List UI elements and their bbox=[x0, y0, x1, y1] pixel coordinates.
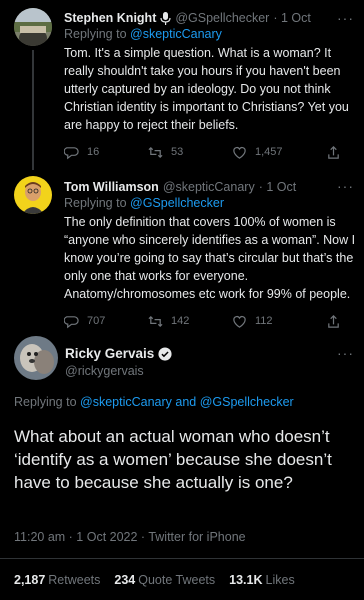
more-options-button[interactable]: ··· bbox=[337, 178, 354, 194]
reply-icon bbox=[64, 315, 79, 328]
reply-count: 16 bbox=[87, 146, 100, 158]
avatar[interactable] bbox=[14, 176, 52, 214]
reply-icon bbox=[64, 146, 79, 159]
reply-context: Replying to @skepticCanary and @GSpellch… bbox=[14, 395, 294, 409]
retweet-count: 53 bbox=[171, 146, 184, 158]
tweet-time[interactable]: · 1 Oct bbox=[273, 10, 311, 26]
share-icon bbox=[328, 145, 339, 159]
tweet-stephen-knight[interactable]: Stephen Knight @GSpellchecker · 1 Oct Re… bbox=[0, 0, 364, 170]
retweet-count: 142 bbox=[171, 315, 190, 327]
reply-context: Replying to @skepticCanary bbox=[64, 27, 222, 41]
retweet-icon bbox=[148, 315, 163, 327]
likes-stat[interactable]: 13.1K Likes bbox=[229, 573, 295, 587]
avatar[interactable] bbox=[14, 336, 58, 380]
author-handle[interactable]: @GSpellchecker bbox=[175, 10, 269, 26]
divider bbox=[0, 558, 364, 559]
author-name[interactable]: Stephen Knight bbox=[64, 10, 156, 26]
verified-badge-icon bbox=[158, 346, 172, 361]
author-handle[interactable]: @skepticCanary bbox=[163, 179, 255, 195]
reply-mention[interactable]: @GSpellchecker bbox=[130, 196, 224, 210]
thread-line bbox=[32, 50, 34, 170]
reply-count: 707 bbox=[87, 315, 106, 327]
reply-button[interactable]: 707 bbox=[64, 314, 148, 329]
tweet-stats: 2,187 Retweets 234 Quote Tweets 13.1K Likes bbox=[14, 573, 309, 587]
author-name[interactable]: Tom Williamson bbox=[64, 179, 159, 195]
tweet-text: What about an actual woman who doesn’t ‘… bbox=[14, 427, 332, 492]
tweet-actions: 16 53 1,457 bbox=[64, 144, 356, 160]
heart-icon bbox=[233, 315, 246, 328]
like-count: 112 bbox=[255, 315, 273, 327]
share-button[interactable] bbox=[326, 145, 349, 160]
author-handle[interactable]: @rickygervais bbox=[65, 364, 172, 378]
author-block: Ricky Gervais @rickygervais bbox=[65, 346, 172, 378]
reply-context: Replying to @GSpellchecker bbox=[64, 196, 224, 210]
like-count: 1,457 bbox=[255, 146, 283, 158]
retweet-button[interactable]: 142 bbox=[148, 314, 232, 329]
avatar[interactable] bbox=[14, 8, 52, 46]
more-options-button[interactable]: ··· bbox=[337, 345, 354, 361]
like-button[interactable]: 112 bbox=[232, 314, 316, 329]
retweet-icon bbox=[148, 146, 163, 158]
tweet-text: Tom. It's a simple question. What is a w… bbox=[64, 46, 349, 132]
more-options-button[interactable]: ··· bbox=[337, 10, 354, 26]
heart-icon bbox=[233, 146, 246, 159]
tweet-tom-williamson[interactable]: Tom Williamson @skepticCanary · 1 Oct Re… bbox=[0, 170, 364, 330]
share-button[interactable] bbox=[326, 314, 349, 329]
reply-mention[interactable]: @GSpellchecker bbox=[200, 395, 294, 409]
reply-button[interactable]: 16 bbox=[64, 145, 148, 160]
share-icon bbox=[328, 314, 339, 328]
author-name[interactable]: Ricky Gervais bbox=[65, 346, 154, 361]
like-button[interactable]: 1,457 bbox=[232, 145, 316, 160]
tweet-timestamp[interactable]: 11:20 am · 1 Oct 2022 · Twitter for iPho… bbox=[14, 530, 246, 544]
tweet-actions: 707 142 112 bbox=[64, 313, 356, 329]
microphone-icon bbox=[160, 11, 171, 25]
reply-mention[interactable]: @skepticCanary bbox=[130, 27, 222, 41]
retweets-stat[interactable]: 2,187 Retweets bbox=[14, 573, 100, 587]
reply-mention[interactable]: @skepticCanary bbox=[80, 395, 172, 409]
quote-tweets-stat[interactable]: 234 Quote Tweets bbox=[114, 573, 215, 587]
tweet-time[interactable]: · 1 Oct bbox=[259, 179, 297, 195]
retweet-button[interactable]: 53 bbox=[148, 145, 232, 160]
tweet-text: The only definition that covers 100% of … bbox=[64, 215, 356, 301]
